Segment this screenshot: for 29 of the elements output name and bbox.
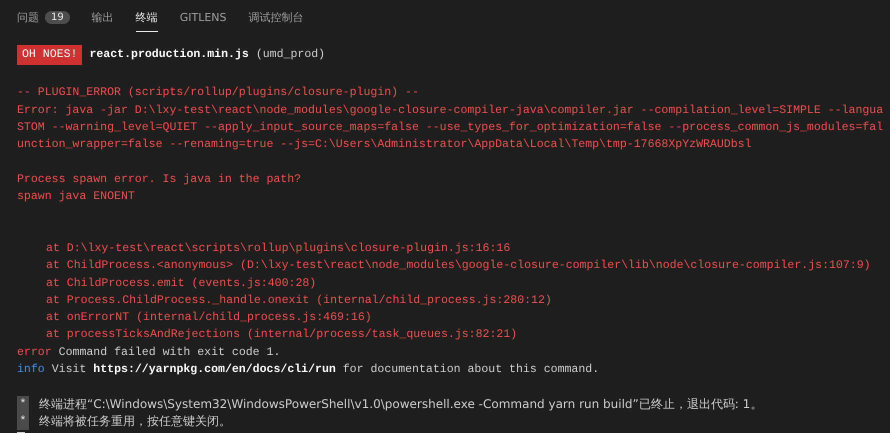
- log-message: Visit https://yarnpkg.com/en/docs/cli/run for documentation about this command.: [52, 362, 600, 378]
- error-line: -- PLUGIN_ERROR (scripts/rollup/plugins/closure-plugin) --: [17, 85, 419, 102]
- panel-tab[interactable]: 调试控制台: [248, 4, 304, 32]
- asterisk-marker: *: [17, 412, 29, 430]
- terminal-message: 终端进程“C:\Windows\System32\WindowsPowerShell\v1.0\powershell.exe -Command yarn run build”已终止，退出代码: 1。: [39, 396, 762, 412]
- count-badge: 19: [45, 11, 70, 24]
- log-level: info: [17, 362, 45, 378]
- error-line: STOM --warning_level=QUIET --apply_input_source_maps=false --use_types_for_optimization=false --process_common_js_modules=fal: [17, 120, 884, 136]
- build-type: (umd_prod): [256, 47, 326, 64]
- stack-trace-line: at ChildProcess.emit (events.js:400:28): [46, 276, 316, 292]
- log-message: Command failed with exit code 1.: [58, 344, 280, 361]
- stack-trace-line: at onErrorNT (internal/child_process.js:469:16): [46, 310, 372, 326]
- error-badge: OH NOES!: [17, 45, 82, 65]
- panel-tab[interactable]: GITLENS: [180, 4, 227, 32]
- stack-trace-line: at Process.ChildProcess._handle.onexit (internal/child_process.js:280:12): [46, 292, 552, 309]
- asterisk-marker: *: [17, 396, 29, 413]
- panel-tab[interactable]: 输出: [92, 4, 114, 32]
- file-name: react.production.min.js: [89, 47, 249, 64]
- panel-tab[interactable]: 问题 19: [17, 4, 70, 32]
- error-line: Process spawn error. Is java in the path?: [17, 172, 302, 188]
- panel-tab[interactable]: 终端: [136, 4, 158, 32]
- stack-trace-line: at ChildProcess.<anonymous> (D:\lxy-test\react\node_modules\google-closure-compiler\lib\node\closure-compiler.js:107:9): [46, 258, 871, 274]
- stack-trace-line: at processTicksAndRejections (internal/process/task_queues.js:82:21): [46, 327, 518, 344]
- stack-trace-line: at D:\lxy-test\react\scripts\rollup\plugins\closure-plugin.js:16:16: [46, 240, 510, 257]
- log-level: error: [17, 344, 52, 361]
- terminal-message: 终端将被任务重用，按任意键关闭。: [39, 412, 231, 430]
- error-line: unction_wrapper=false --renaming=true --js=C:\Users\Administrator\AppData\Local\Temp\tmp-17668XpYzWRAUDbsl: [17, 137, 752, 154]
- error-line: Error: java -jar D:\lxy-test\react\node_modules\google-closure-compiler-java\compiler.jar --compilation_level=SIMPLE --langua: [17, 102, 884, 119]
- error-line: spawn java ENOENT: [17, 189, 135, 206]
